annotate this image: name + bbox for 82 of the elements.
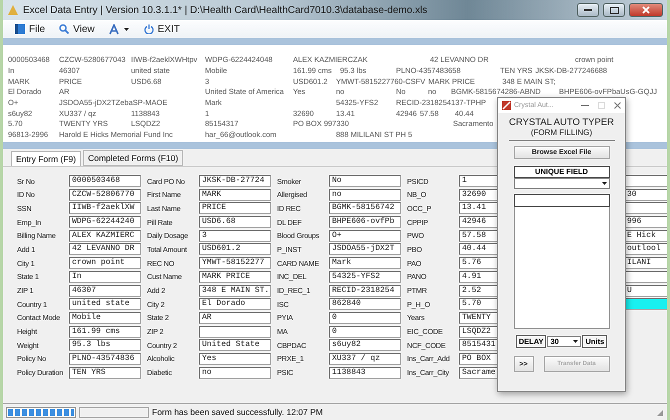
- dialog-heading: CRYSTAL AUTO TYPER: [508, 117, 614, 128]
- input-field[interactable]: no: [199, 366, 271, 379]
- search-icon: [59, 24, 70, 34]
- input-field[interactable]: ILANI: [624, 257, 667, 270]
- input-field[interactable]: ALEX KAZMIERC: [69, 230, 141, 242]
- caret-icon: [600, 180, 608, 187]
- maximize-button[interactable]: [603, 3, 625, 17]
- input-field[interactable]: El Dorado: [199, 298, 271, 310]
- resize-grip-icon[interactable]: [655, 408, 664, 416]
- input-field[interactable]: [514, 194, 610, 207]
- input-field[interactable]: 862840: [329, 298, 401, 310]
- minimize-icon[interactable]: [581, 104, 589, 108]
- input-field[interactable]: 348 E MAIN ST.: [199, 284, 271, 296]
- window-title: Excel Data Entry | Version 10.3.1.1* | D:\Health Card\HealthCard7010.3\database-demo.xls: [23, 4, 428, 16]
- input-field[interactable]: IIWB-f2aeklXW: [69, 202, 141, 214]
- input-field[interactable]: United State: [199, 339, 271, 352]
- input-field[interactable]: [199, 326, 271, 338]
- input-field[interactable]: USD601.2: [199, 243, 271, 256]
- tab[interactable]: Entry Form (F9): [11, 151, 81, 166]
- input-field[interactable]: Mobile: [69, 312, 141, 324]
- minimize-icon: [584, 8, 592, 12]
- input-field[interactable]: JSDOA55-jDX2T: [329, 243, 401, 256]
- input-field[interactable]: MARK: [199, 188, 271, 201]
- input-field[interactable]: no: [329, 188, 401, 201]
- input-field[interactable]: 3: [199, 230, 271, 242]
- minimize-button[interactable]: [577, 3, 599, 17]
- input-field[interactable]: 0: [329, 312, 401, 324]
- input-field[interactable]: s6uy82: [329, 339, 401, 352]
- input-field[interactable]: 54325-YFS2: [329, 270, 401, 283]
- input-field[interactable]: RECID-2318254: [329, 284, 401, 296]
- input-field[interactable]: USD6.68: [199, 216, 271, 228]
- maximize-icon: [610, 6, 618, 14]
- tab[interactable]: Completed Forms (F10): [82, 150, 184, 166]
- input-field[interactable]: MARK PRICE: [199, 270, 271, 283]
- caret-icon: [122, 26, 130, 32]
- close-icon: [642, 6, 650, 14]
- input-field[interactable]: Yes: [199, 352, 271, 365]
- file-icon: [15, 24, 25, 34]
- app-icon: [502, 101, 511, 110]
- input-field[interactable]: PLNO-43574836: [69, 352, 141, 365]
- menu-item[interactable]: File: [15, 24, 46, 34]
- input-field[interactable]: united state: [69, 298, 141, 310]
- close-button[interactable]: [629, 3, 663, 17]
- input-field[interactable]: TEN YRS: [69, 366, 141, 379]
- input-field[interactable]: U: [624, 284, 667, 296]
- input-field[interactable]: crown point: [69, 257, 141, 270]
- font-icon: [108, 24, 119, 34]
- status-panel: [79, 406, 149, 418]
- input-field[interactable]: E Hick: [624, 230, 667, 242]
- input-field[interactable]: 161.99 cms: [69, 326, 141, 338]
- input-field[interactable]: WDPG-62244240: [69, 216, 141, 228]
- menu-item[interactable]: [108, 24, 130, 34]
- input-field[interactable]: BHPE606-ovfPb: [329, 216, 401, 228]
- input-field[interactable]: 1138843: [329, 366, 401, 379]
- unique-field-dropdown[interactable]: [514, 178, 610, 189]
- caret-icon: [572, 338, 580, 345]
- input-field[interactable]: 95.3 lbs: [69, 339, 141, 352]
- menu-item[interactable]: EXIT: [144, 24, 180, 34]
- app-icon: [7, 4, 19, 16]
- input-field[interactable]: 0000503468: [69, 175, 141, 187]
- input-field[interactable]: Mark: [329, 257, 401, 270]
- status-message: Form has been saved successfully. 12:07 PM: [152, 407, 323, 417]
- input-field[interactable]: BGMK-58156742: [329, 202, 401, 214]
- input-field[interactable]: 46307: [69, 284, 141, 296]
- input-field[interactable]: In: [69, 270, 141, 283]
- input-field[interactable]: AR: [199, 312, 271, 324]
- dialog-subheading: (FORM FILLING): [508, 128, 614, 141]
- input-field[interactable]: outlool: [624, 243, 667, 256]
- input-field[interactable]: XU337 / qz: [329, 352, 401, 365]
- menu-item[interactable]: View: [59, 24, 95, 34]
- input-field[interactable]: No: [329, 175, 401, 187]
- input-field[interactable]: 996: [624, 216, 667, 228]
- input-field[interactable]: CZCW-52806770: [69, 188, 141, 201]
- input-field[interactable]: PRICE: [199, 202, 271, 214]
- input-field[interactable]: YMWT-58152277: [199, 257, 271, 270]
- input-field[interactable]: 0: [329, 326, 401, 338]
- input-field[interactable]: JKSK-DB-27724: [199, 175, 271, 187]
- input-field[interactable]: O+: [329, 230, 401, 242]
- close-icon[interactable]: [614, 102, 621, 109]
- input-field[interactable]: 42 LEVANNO DR: [69, 243, 141, 256]
- power-icon: [144, 24, 154, 34]
- input-field[interactable]: 30: [624, 188, 667, 201]
